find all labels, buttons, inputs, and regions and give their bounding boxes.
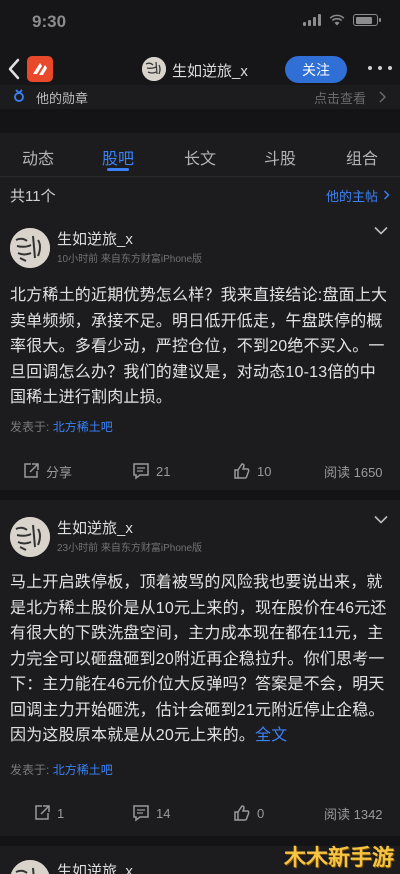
expand-full-text-link[interactable]: 全文 xyxy=(255,727,287,744)
medal-icon xyxy=(14,89,24,102)
calligraphy-avatar-icon xyxy=(10,517,50,557)
chevron-down-icon[interactable] xyxy=(374,515,388,524)
post-source-prefix: 发表于: xyxy=(10,420,50,434)
post-source-bar-link[interactable]: 北方稀土吧 xyxy=(53,420,113,434)
nav-title[interactable]: 生如逆旅_x xyxy=(172,60,248,81)
share-button[interactable]: 1 xyxy=(33,798,64,828)
comment-icon xyxy=(133,463,149,480)
tab-stock-bar[interactable]: 股吧 xyxy=(88,145,148,169)
read-count-label: 阅读 1342 xyxy=(324,806,383,822)
post-author-name[interactable]: 生如逆旅_x xyxy=(57,517,133,538)
wifi-icon xyxy=(329,14,345,26)
more-options-icon[interactable] xyxy=(368,58,392,78)
read-count-label: 阅读 1650 xyxy=(324,464,383,480)
post-count-bar: 共11个 他的主帖 xyxy=(0,178,400,210)
medal-label: 他的勋章 xyxy=(36,91,89,106)
comment-count: 21 xyxy=(156,463,171,479)
post-card[interactable]: 生如逆旅_x 10小时前 来自东方财富iPhone版 北方稀土的近期优势怎么样？… xyxy=(0,210,400,490)
post-source-bar-link[interactable]: 北方稀土吧 xyxy=(53,763,113,777)
app-logo[interactable] xyxy=(27,56,53,82)
comment-icon xyxy=(133,805,149,822)
comment-button[interactable]: 21 xyxy=(132,456,170,486)
thumbs-up-icon xyxy=(234,805,250,821)
post-author-avatar[interactable] xyxy=(10,860,50,874)
post-source-prefix: 发表于: xyxy=(10,763,50,777)
his-main-posts-link[interactable]: 他的主帖 xyxy=(326,186,378,205)
chevron-right-icon xyxy=(379,91,386,103)
medal-view-more[interactable]: 点击查看 xyxy=(314,88,366,107)
cellular-signal-icon xyxy=(303,14,321,26)
share-button[interactable]: 分享 xyxy=(22,456,72,486)
calligraphy-avatar-icon xyxy=(10,228,50,268)
post-source: 发表于: 北方稀土吧 xyxy=(10,418,113,435)
like-count: 0 xyxy=(257,805,265,821)
post-author-avatar[interactable] xyxy=(10,517,50,557)
post-meta: 10小时前 来自东方财富iPhone版 xyxy=(57,254,203,265)
like-count: 10 xyxy=(257,463,272,479)
post-actions: 分享 21 10 阅读 1650 xyxy=(0,456,400,486)
chevron-right-icon xyxy=(384,190,390,200)
post-meta: 23小时前 来自东方财富iPhone版 xyxy=(57,543,203,554)
thumbs-up-icon xyxy=(234,463,250,479)
post-author-avatar[interactable] xyxy=(10,228,50,268)
share-label: 分享 xyxy=(46,464,73,480)
read-count: 阅读 1342 xyxy=(324,798,383,828)
battery-icon xyxy=(353,14,381,26)
tab-long-articles[interactable]: 长文 xyxy=(170,145,230,169)
share-count: 1 xyxy=(57,805,65,821)
share-icon xyxy=(35,805,50,820)
follow-button[interactable]: 关注 xyxy=(285,56,347,83)
status-time: 9:30 xyxy=(32,12,67,31)
medal-strip[interactable]: 他的勋章 点击查看 xyxy=(0,85,400,109)
app-logo-icon xyxy=(33,63,47,75)
post-actions: 1 14 0 阅读 1342 xyxy=(0,798,400,828)
post-body-text: 马上开启跌停板，顶着被骂的风险我也要说出来，就是北方稀土股价是从10元上来的，现… xyxy=(10,574,387,744)
post-card[interactable]: 生如逆旅_x 23小时前 来自东方财富iPhone版 马上开启跌停板，顶着被骂的… xyxy=(0,500,400,836)
share-icon xyxy=(24,463,39,478)
chevron-down-icon[interactable] xyxy=(374,226,388,235)
post-body[interactable]: 北方稀土的近期优势怎么样？我来直接结论:盘面上大卖单频频，承接不足。明日低开低走… xyxy=(10,283,392,411)
active-tab-indicator xyxy=(107,168,129,171)
post-count: 共11个 xyxy=(10,188,56,205)
nav-avatar[interactable] xyxy=(142,57,166,81)
back-button[interactable] xyxy=(4,56,24,82)
calligraphy-avatar-icon xyxy=(10,860,50,874)
tab-stock-battle[interactable]: 斗股 xyxy=(250,145,310,169)
profile-tabs: 动态 股吧 长文 斗股 组合 xyxy=(0,133,400,177)
comment-count: 14 xyxy=(156,805,171,821)
post-author-name[interactable]: 生如逆旅_x xyxy=(57,228,133,249)
tab-portfolio[interactable]: 组合 xyxy=(332,145,392,169)
status-bar: 9:30 xyxy=(0,0,400,44)
comment-button[interactable]: 14 xyxy=(132,798,170,828)
section-divider xyxy=(0,109,400,133)
post-author-name[interactable]: 生如逆旅_x xyxy=(57,860,133,874)
like-button[interactable]: 10 xyxy=(233,456,271,486)
like-button[interactable]: 0 xyxy=(233,798,264,828)
post-body[interactable]: 马上开启跌停板，顶着被骂的风险我也要说出来，就是北方稀土股价是从10元上来的，现… xyxy=(10,570,392,749)
tab-dynamics[interactable]: 动态 xyxy=(8,145,68,169)
watermark: 木木新手游 xyxy=(283,845,394,870)
read-count: 阅读 1650 xyxy=(324,456,383,486)
status-icons xyxy=(303,14,381,26)
post-source: 发表于: 北方稀土吧 xyxy=(10,761,113,778)
post-separator xyxy=(0,490,400,500)
calligraphy-avatar-icon xyxy=(142,57,166,81)
